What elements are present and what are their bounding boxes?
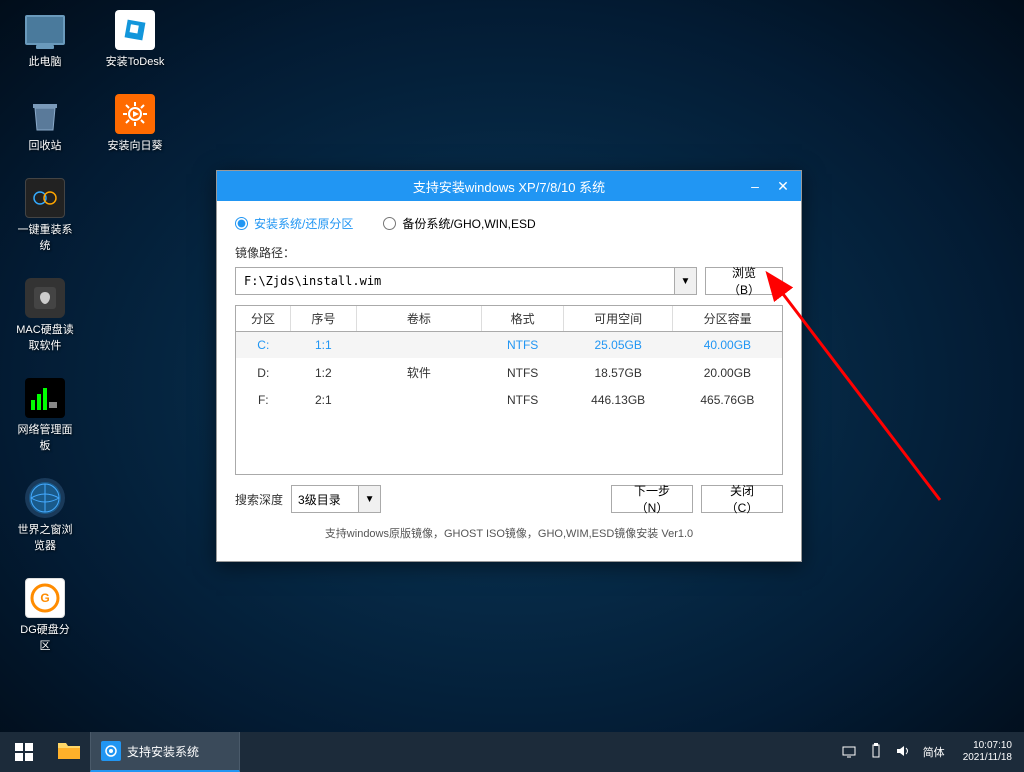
table-cell: C: — [236, 332, 291, 359]
table-cell: 1:1 — [291, 332, 357, 359]
svg-text:G: G — [40, 591, 49, 605]
this-pc-icon[interactable]: 此电脑 — [15, 10, 75, 69]
install-restore-radio[interactable]: 安装系统/还原分区 — [235, 215, 353, 232]
dg-partition-icon[interactable]: G DG硬盘分区 — [15, 578, 75, 653]
table-cell: 25.05GB — [564, 332, 673, 359]
partition-table-wrap: 分区 序号 卷标 格式 可用空间 分区容量 C:1:1NTFS25.05GB40… — [235, 305, 783, 475]
table-cell — [356, 332, 482, 359]
network-panel-icon[interactable]: 网络管理面板 — [15, 378, 75, 453]
partition-table: 分区 序号 卷标 格式 可用空间 分区容量 C:1:1NTFS25.05GB40… — [236, 306, 782, 413]
search-depth-label: 搜索深度 — [235, 491, 283, 508]
depth-select-value: 3级目录 — [292, 486, 358, 512]
image-path-label: 镜像路径： — [235, 244, 783, 261]
table-cell: 18.57GB — [564, 358, 673, 387]
mode-radio-group: 安装系统/还原分区 备份系统/GHO,WIN,ESD — [235, 215, 783, 232]
window-controls: – ✕ — [741, 171, 797, 201]
close-button[interactable]: 关闭（C） — [701, 485, 783, 513]
path-row: ▼ 浏览（B） — [235, 267, 783, 295]
volume-tray-icon[interactable] — [895, 743, 911, 762]
path-dropdown-button[interactable]: ▼ — [674, 268, 696, 294]
depth-dropdown-button[interactable]: ▼ — [358, 486, 380, 512]
minimize-button[interactable]: – — [741, 171, 769, 201]
table-cell: NTFS — [482, 387, 564, 413]
browser-icon[interactable]: 世界之窗浏览器 — [15, 478, 75, 553]
ime-indicator[interactable]: 简体 — [923, 744, 945, 760]
taskbar-clock[interactable]: 10:07:10 2021/11/18 — [957, 740, 1018, 764]
table-cell: 20.00GB — [673, 358, 782, 387]
taskbar-right: 简体 10:07:10 2021/11/18 — [841, 732, 1024, 772]
taskbar: 支持安装系统 简体 10:07:10 2021/11/18 — [0, 732, 1024, 772]
table-row[interactable]: F:2:1 NTFS446.13GB465.76GB — [236, 387, 782, 413]
table-cell: F: — [236, 387, 291, 413]
table-row[interactable]: D:1:2软件NTFS18.57GB20.00GB — [236, 358, 782, 387]
col-format: 格式 — [482, 306, 564, 332]
table-cell — [356, 387, 482, 413]
taskbar-app-label: 支持安装系统 — [127, 743, 199, 760]
col-partition: 分区 — [236, 306, 291, 332]
table-cell: NTFS — [482, 332, 564, 359]
taskbar-installer-app[interactable]: 支持安装系统 — [90, 732, 240, 772]
table-cell: 1:2 — [291, 358, 357, 387]
table-cell: 软件 — [356, 358, 482, 387]
reinstall-system-icon[interactable]: 一键重装系统 — [15, 178, 75, 253]
backup-radio[interactable]: 备份系统/GHO,WIN,ESD — [383, 215, 535, 232]
clock-date: 2021/11/18 — [963, 752, 1012, 764]
windows-logo-icon — [15, 743, 33, 761]
table-cell: 2:1 — [291, 387, 357, 413]
col-total: 分区容量 — [673, 306, 782, 332]
gear-icon — [101, 741, 121, 761]
browse-button[interactable]: 浏览（B） — [705, 267, 783, 295]
table-cell: D: — [236, 358, 291, 387]
col-free: 可用空间 — [564, 306, 673, 332]
installer-window: 支持安装windows XP/7/8/10 系统 – ✕ 安装系统/还原分区 备… — [216, 170, 802, 562]
start-button[interactable] — [0, 732, 48, 772]
next-button[interactable]: 下一步（N） — [611, 485, 693, 513]
table-cell: NTFS — [482, 358, 564, 387]
col-label: 卷标 — [356, 306, 482, 332]
bottom-row: 搜索深度 3级目录 ▼ 下一步（N） 关闭（C） — [235, 485, 783, 513]
desktop: 此电脑 安装ToDesk 回收站 安装向日葵 一键重装系统 MAC硬盘读取软件 — [0, 0, 1024, 732]
image-path-input[interactable] — [236, 268, 674, 294]
depth-select[interactable]: 3级目录 ▼ — [291, 485, 381, 513]
titlebar[interactable]: 支持安装windows XP/7/8/10 系统 – ✕ — [217, 171, 801, 201]
table-header-row: 分区 序号 卷标 格式 可用空间 分区容量 — [236, 306, 782, 332]
install-todesk-icon[interactable]: 安装ToDesk — [105, 10, 165, 69]
install-sunflower-icon[interactable]: 安装向日葵 — [105, 94, 165, 153]
usb-tray-icon[interactable] — [869, 743, 883, 762]
folder-icon — [56, 739, 82, 766]
close-window-button[interactable]: ✕ — [769, 171, 797, 201]
table-cell: 446.13GB — [564, 387, 673, 413]
path-input-wrap: ▼ — [235, 267, 697, 295]
table-cell: 40.00GB — [673, 332, 782, 359]
footer-note: 支持windows原版镜像，GHOST ISO镜像，GHO,WIM,ESD镜像安… — [235, 517, 783, 545]
desktop-icons-container: 此电脑 安装ToDesk 回收站 安装向日葵 一键重装系统 MAC硬盘读取软件 — [15, 10, 165, 653]
mac-hdd-reader-icon[interactable]: MAC硬盘读取软件 — [15, 278, 75, 353]
clock-time: 10:07:10 — [963, 740, 1012, 752]
window-body: 安装系统/还原分区 备份系统/GHO,WIN,ESD 镜像路径： ▼ 浏览（B） — [217, 201, 801, 555]
table-row[interactable]: C:1:1 NTFS25.05GB40.00GB — [236, 332, 782, 359]
recycle-bin-icon[interactable]: 回收站 — [15, 94, 75, 153]
window-title: 支持安装windows XP/7/8/10 系统 — [413, 177, 605, 196]
taskbar-left: 支持安装系统 — [0, 732, 240, 772]
table-cell: 465.76GB — [673, 387, 782, 413]
network-tray-icon[interactable] — [841, 743, 857, 762]
col-index: 序号 — [291, 306, 357, 332]
taskbar-file-explorer[interactable] — [48, 732, 90, 772]
